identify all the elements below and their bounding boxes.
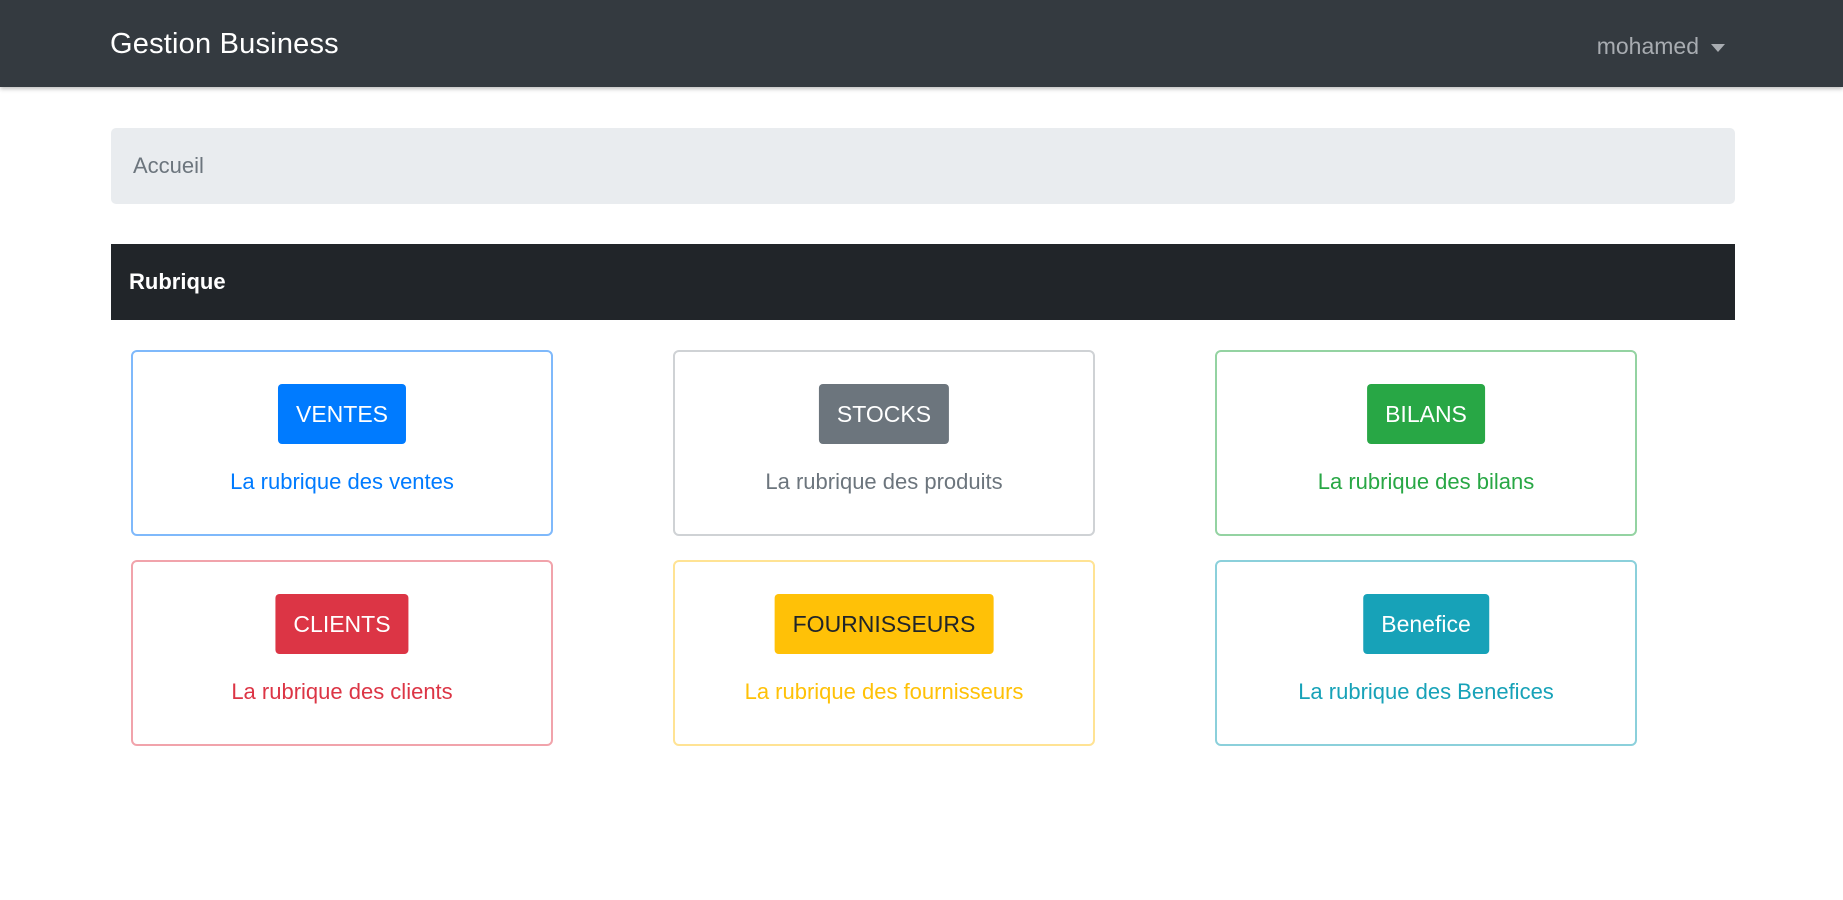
card-ventes: VENTES La rubrique des ventes: [131, 350, 553, 536]
ventes-button[interactable]: VENTES: [277, 384, 407, 444]
benefice-description: La rubrique des Benefices: [1298, 679, 1554, 704]
clients-description: La rubrique des clients: [231, 679, 453, 704]
user-dropdown[interactable]: mohamed: [1597, 33, 1725, 60]
caret-down-icon: [1711, 43, 1725, 52]
benefice-button[interactable]: Benefice: [1363, 594, 1489, 654]
brand-link[interactable]: Gestion Business: [110, 28, 339, 61]
breadcrumb: Accueil: [111, 128, 1735, 204]
card-benefice: Benefice La rubrique des Benefices: [1215, 560, 1637, 746]
stocks-button[interactable]: STOCKS: [818, 384, 950, 444]
fournisseurs-button[interactable]: FOURNISSEURS: [774, 594, 994, 654]
stocks-description: La rubrique des produits: [765, 469, 1003, 494]
card-bilans: BILANS La rubrique des bilans: [1215, 350, 1637, 536]
clients-button[interactable]: CLIENTS: [275, 594, 409, 654]
bilans-button[interactable]: BILANS: [1367, 384, 1485, 444]
top-navbar: Gestion Business mohamed: [0, 0, 1843, 87]
bilans-description: La rubrique des bilans: [1317, 469, 1535, 494]
card-fournisseurs: FOURNISSEURS La rubrique des fournisseur…: [673, 560, 1095, 746]
breadcrumb-item-accueil[interactable]: Accueil: [133, 153, 204, 179]
ventes-description: La rubrique des ventes: [230, 469, 454, 494]
card-stocks: STOCKS La rubrique des produits: [673, 350, 1095, 536]
section-title: Rubrique: [129, 269, 226, 294]
card-clients: CLIENTS La rubrique des clients: [131, 560, 553, 746]
fournisseurs-description: La rubrique des fournisseurs: [744, 679, 1024, 704]
section-header: Rubrique: [111, 244, 1735, 320]
user-name: mohamed: [1596, 33, 1699, 59]
